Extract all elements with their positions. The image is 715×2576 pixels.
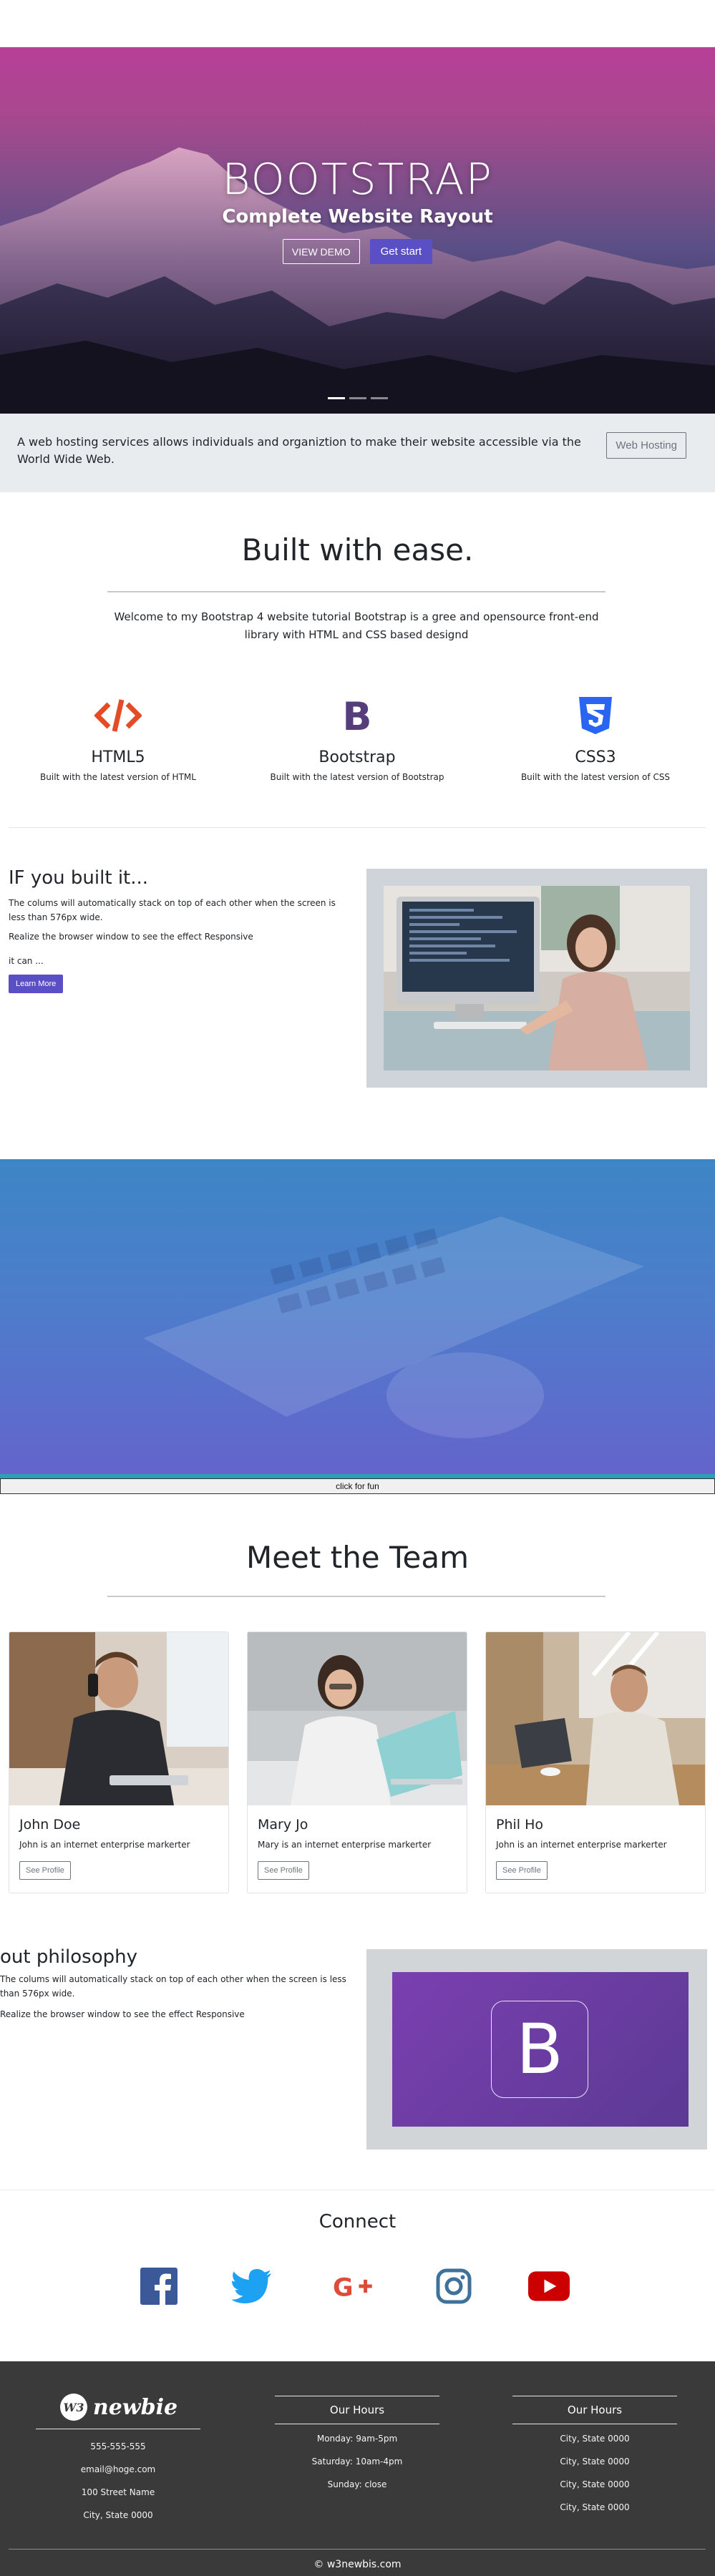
html5-code-icon [4,694,233,737]
member-description: John is an internet enterprise markerter [19,1840,190,1850]
team-title: Meet the Team [245,1540,470,1575]
logo-mark: W3 [63,2401,84,2414]
footer-contact-column: W3 newbie 555-555-555 email@hoge.com 100… [7,2390,229,2527]
philosophy-paragraph: The colums will automatically stack on t… [0,1974,346,1999]
feature-bootstrap: B Bootstrap Built with the latest versio… [243,694,472,782]
w3-logo-icon: W3 [59,2394,87,2421]
bootstrap-banner: B [392,1972,689,2127]
avatar [248,1632,467,1805]
member-name: Mary Jo [258,1817,308,1833]
logo-text: newbie [92,2394,178,2420]
built-title: IF you built it... [9,867,149,889]
team-card-phil: Phil Ho John is an internet enterprise m… [485,1631,706,1893]
welcome-text: Welcome to my Bootstrap 4 website tutori… [114,610,599,641]
built-image-frame [366,869,707,1088]
divider [107,591,605,592]
carousel-indicator-3[interactable] [370,397,388,399]
fixed-background-image [0,1159,715,1474]
hero-title: BOOTSTRAP [222,155,493,205]
twitter-icon[interactable] [231,2265,273,2307]
feature-title: CSS3 [575,748,616,766]
bootstrap-icon: B [243,694,472,737]
jumbotron-text: A web hosting services allows individual… [17,435,581,466]
facebook-icon[interactable] [138,2265,180,2307]
bootstrap-logo-icon: B [491,2001,588,2098]
feature-html5: HTML5 Built with the latest version of H… [4,694,233,782]
google-plus-icon[interactable]: G [333,2265,374,2307]
footer: W3 newbie 555-555-555 email@hoge.com 100… [0,2361,715,2576]
footer-city-item: City, State 0000 [560,2502,630,2512]
copyright: © w3newbis.com [313,2559,402,2570]
web-hosting-button[interactable]: Web Hosting [606,432,686,459]
footer-city-item: City, State 0000 [560,2434,630,2444]
philosophy-title: out philosophy [0,1946,138,1968]
footer-email: email@hoge.com [80,2464,156,2474]
jumbotron: A web hosting services allows individual… [0,414,715,492]
feature-css3: CSS3 Built with the latest version of CS… [481,694,710,782]
carousel-indicator-1[interactable] [327,397,345,399]
feature-title: HTML5 [91,748,145,766]
avatar [486,1632,705,1805]
feature-desc: Built with the latest version of HTML [40,772,196,782]
footer-hours-item: Sunday: close [327,2479,387,2489]
view-demo-button[interactable]: VIEW DEMO [282,239,360,264]
footer-hours-heading: Our Hours [567,2404,623,2416]
instagram-icon[interactable] [433,2265,475,2307]
footer-street: 100 Street Name [81,2487,155,2497]
carousel-indicator-2[interactable] [349,397,366,399]
hero-subtitle: Complete Website Rayout [222,206,493,228]
w3newbie-logo[interactable]: W3 newbie [7,2390,229,2424]
built-paragraph: Realize the browser window to see the ef… [9,932,253,942]
footer-hours-heading: Our Hours [329,2404,385,2416]
footer-city-item: City, State 0000 [560,2457,630,2467]
see-profile-button[interactable]: See Profile [496,1861,548,1880]
philosophy-paragraph: Realize the browser window to see the ef… [0,2009,245,2019]
member-description: Mary is an internet enterprise markerter [258,1840,432,1850]
get-started-button[interactable]: Get start [369,239,433,264]
footer-divider [9,2549,706,2550]
youtube-icon[interactable] [528,2265,570,2307]
avatar [9,1632,228,1805]
divider [107,1596,605,1597]
member-description: John is an internet enterprise markerter [496,1840,667,1850]
see-profile-button[interactable]: See Profile [19,1861,71,1880]
philosophy-image-frame: B [366,1949,707,2150]
carousel-indicators [0,397,715,399]
footer-hours-column-2: Our Hours City, State 0000 City, State 0… [484,2390,706,2519]
feature-title: Bootstrap [318,748,396,766]
svg-text:B: B [342,697,371,734]
css3-icon [481,694,710,737]
footer-hours-item: Saturday: 10am-4pm [311,2457,403,2467]
built-paragraph: it can ... [9,956,44,966]
see-profile-button[interactable]: See Profile [258,1861,309,1880]
hero-carousel[interactable]: BOOTSTRAP Complete Website Rayout VIEW D… [0,47,715,414]
footer-hours-column: Our Hours Monday: 9am-5pm Saturday: 10am… [246,2390,468,2496]
built-paragraph: The colums will automatically stack on t… [9,898,336,922]
connect-title: Connect [318,2211,397,2233]
welcome-title: Built with ease. [241,532,474,567]
footer-city-item: City, State 0000 [560,2479,630,2489]
divider [9,827,706,828]
desk-photo [384,886,690,1070]
member-name: John Doe [19,1817,81,1833]
team-card-john: John Doe John is an internet enterprise … [9,1631,229,1893]
svg-text:G: G [333,2273,354,2302]
footer-city: City, State 0000 [83,2510,153,2520]
team-card-mary: Mary Jo Mary is an internet enterprise m… [247,1631,467,1893]
feature-desc: Built with the latest version of CSS [520,772,671,782]
learn-more-button[interactable]: Learn More [9,975,64,993]
click-for-fun-button[interactable]: click for fun [0,1478,715,1494]
member-name: Phil Ho [496,1817,544,1833]
navbar [0,0,715,47]
feature-desc: Built with the latest version of Bootstr… [270,772,444,782]
footer-phone: 555-555-555 [90,2441,146,2451]
footer-hours-item: Monday: 9am-5pm [316,2434,398,2444]
